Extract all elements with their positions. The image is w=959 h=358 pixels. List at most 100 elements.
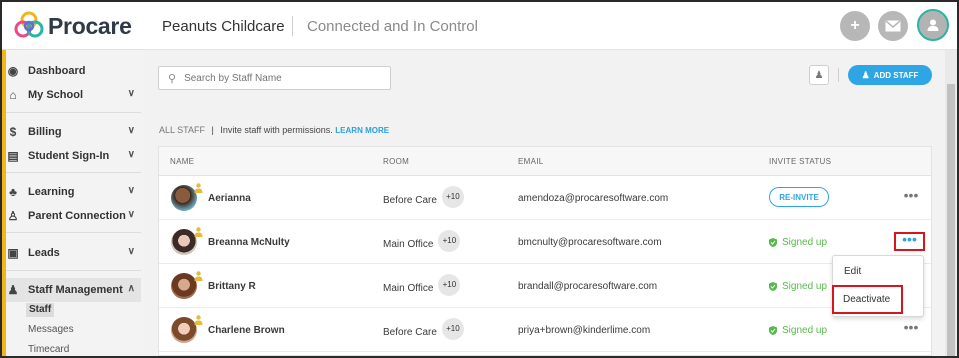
learning-icon: ♣ bbox=[9, 185, 17, 199]
add-staff-button[interactable]: ♟ ADD STAFF bbox=[848, 65, 932, 85]
staff-role-icon bbox=[194, 183, 203, 193]
status-text: Signed up bbox=[782, 281, 828, 292]
add-circle-button[interactable]: + bbox=[840, 11, 870, 41]
staff-room: Before Care +10 bbox=[383, 186, 464, 208]
menu-item-deactivate[interactable]: Deactivate bbox=[832, 285, 903, 314]
billing-icon: $ bbox=[9, 125, 17, 139]
staff-table: NAME ROOM EMAIL INVITE STATUS Aerianna B… bbox=[158, 146, 932, 356]
permission-text: Invite staff with permissions. bbox=[220, 125, 333, 135]
family-icon: ♙ bbox=[7, 209, 19, 223]
sidebar-item-leads[interactable]: ▣ Leads ∨ bbox=[6, 241, 141, 265]
signed-up-status: Signed up bbox=[769, 325, 827, 336]
search-input[interactable] bbox=[184, 72, 385, 84]
table-row[interactable]: Brittany R Main Office +10 brandall@proc… bbox=[159, 264, 931, 308]
sidebar-item-billing[interactable]: $ Billing ∨ bbox=[6, 120, 141, 144]
signed-up-status: Signed up bbox=[769, 281, 827, 292]
staff-name[interactable]: Breanna McNulty bbox=[208, 237, 290, 248]
table-row[interactable]: Breanna McNulty Main Office +10 bmcnulty… bbox=[159, 220, 931, 264]
staff-email: brandall@procaresoftware.com bbox=[518, 281, 658, 292]
permission-separator: | bbox=[211, 125, 214, 135]
row-more-button[interactable]: ••• bbox=[899, 320, 923, 337]
status-text: Signed up bbox=[782, 325, 828, 336]
room-name: Main Office bbox=[383, 282, 434, 294]
sidebar-item-label: My School bbox=[28, 89, 84, 101]
signin-icon: ▤ bbox=[7, 149, 19, 163]
staff-icon: ♟ bbox=[7, 283, 19, 297]
shield-check-icon bbox=[769, 238, 777, 247]
sidebar-item-label: Leads bbox=[28, 247, 60, 259]
sidebar-item-my-school[interactable]: ⌂ My School ∨ bbox=[6, 83, 141, 107]
chevron-down-icon: ∨ bbox=[127, 185, 135, 196]
sidebar-item-label: Parent Connection bbox=[28, 210, 126, 222]
user-icon: ♟ bbox=[814, 69, 824, 81]
tagline: Connected and In Control bbox=[307, 18, 478, 35]
column-header-email[interactable]: EMAIL bbox=[518, 157, 544, 166]
room-more-badge[interactable]: +10 bbox=[441, 186, 464, 208]
shield-check-icon bbox=[769, 326, 777, 335]
leads-icon: ▣ bbox=[7, 246, 19, 260]
sidebar-item-label: Dashboard bbox=[28, 65, 86, 77]
sidebar-subitem-staff[interactable]: Staff bbox=[26, 303, 55, 317]
sidebar-item-label: Staff Management bbox=[28, 284, 123, 296]
table-row[interactable]: Charlene Brown Before Care +10 priya+bro… bbox=[159, 308, 931, 352]
re-invite-button[interactable]: RE-INVITE bbox=[769, 187, 829, 207]
chevron-down-icon: ∨ bbox=[127, 88, 135, 99]
chevron-down-icon: ∨ bbox=[127, 209, 135, 220]
chevron-up-icon: ∧ bbox=[127, 283, 135, 294]
scrollbar-thumb[interactable] bbox=[947, 84, 955, 356]
room-more-badge[interactable]: +10 bbox=[438, 274, 461, 296]
staff-room: Before Care +10 bbox=[383, 318, 464, 340]
room-more-badge[interactable]: +10 bbox=[438, 230, 461, 252]
row-more-button-active[interactable]: ••• bbox=[894, 232, 925, 251]
sidebar-divider bbox=[6, 270, 141, 271]
menu-item-edit[interactable]: Edit bbox=[833, 260, 923, 284]
sidebar-subitem-messages[interactable]: Messages bbox=[28, 323, 74, 337]
staff-role-icon bbox=[194, 227, 203, 237]
room-more-badge[interactable]: +10 bbox=[441, 318, 464, 340]
toolbar-divider bbox=[838, 68, 839, 82]
sidebar-divider bbox=[6, 232, 141, 233]
sidebar-item-label: Student Sign-In bbox=[28, 150, 110, 162]
procare-logo-icon bbox=[14, 11, 44, 38]
table-row[interactable]: Aerianna Before Care +10 amendoza@procar… bbox=[159, 176, 931, 220]
staff-room: Main Office +10 bbox=[383, 230, 461, 252]
sidebar-divider bbox=[6, 112, 141, 113]
staff-filter-button[interactable]: ♟ bbox=[809, 65, 829, 85]
column-header-name[interactable]: NAME bbox=[170, 157, 194, 166]
sidebar-item-parent-connection[interactable]: ♙ Parent Connection ∨ bbox=[6, 204, 141, 228]
staff-name[interactable]: Brittany R bbox=[208, 281, 256, 292]
app-window: Procare Peanuts Childcare Connected and … bbox=[0, 0, 959, 358]
mail-button[interactable] bbox=[878, 11, 908, 41]
sidebar-item-staff-management[interactable]: ♟ Staff Management ∧ bbox=[6, 278, 141, 302]
top-header: Procare Peanuts Childcare Connected and … bbox=[2, 2, 957, 50]
search-box[interactable]: ⚲ bbox=[158, 66, 391, 90]
school-icon: ⌂ bbox=[9, 88, 17, 102]
permission-line: ALL STAFF | Invite staff with permission… bbox=[159, 125, 389, 135]
sidebar-item-dashboard[interactable]: ◉ Dashboard bbox=[6, 59, 141, 83]
sidebar-item-learning[interactable]: ♣ Learning ∨ bbox=[6, 180, 141, 204]
staff-name[interactable]: Charlene Brown bbox=[208, 325, 285, 336]
row-more-button[interactable]: ••• bbox=[899, 188, 923, 205]
chevron-down-icon: ∨ bbox=[127, 149, 135, 160]
table-header: NAME ROOM EMAIL INVITE STATUS bbox=[159, 147, 931, 176]
plus-circle-icon: + bbox=[850, 17, 860, 34]
user-avatar-button[interactable] bbox=[917, 9, 949, 41]
column-header-invite-status[interactable]: INVITE STATUS bbox=[769, 157, 831, 166]
staff-role-icon bbox=[194, 271, 203, 281]
learn-more-link[interactable]: LEARN MORE bbox=[335, 126, 389, 135]
staff-email: priya+brown@kinderlime.com bbox=[518, 325, 651, 336]
room-name: Before Care bbox=[383, 194, 437, 206]
column-header-room[interactable]: ROOM bbox=[383, 157, 409, 166]
signed-up-status: Signed up bbox=[769, 237, 827, 248]
shield-check-icon bbox=[769, 282, 777, 291]
room-name: Main Office bbox=[383, 238, 434, 250]
all-staff-label: ALL STAFF bbox=[159, 125, 206, 135]
center-name: Peanuts Childcare bbox=[162, 18, 285, 35]
staff-role-icon bbox=[194, 315, 203, 325]
procare-logo[interactable]: Procare bbox=[14, 11, 132, 41]
staff-name[interactable]: Aerianna bbox=[208, 193, 251, 204]
sidebar-item-student-sign-in[interactable]: ▤ Student Sign-In ∨ bbox=[6, 144, 141, 168]
chevron-down-icon: ∨ bbox=[127, 246, 135, 257]
sidebar-subitem-timecard[interactable]: Timecard bbox=[28, 343, 69, 356]
sidebar-item-label: Learning bbox=[28, 186, 75, 198]
